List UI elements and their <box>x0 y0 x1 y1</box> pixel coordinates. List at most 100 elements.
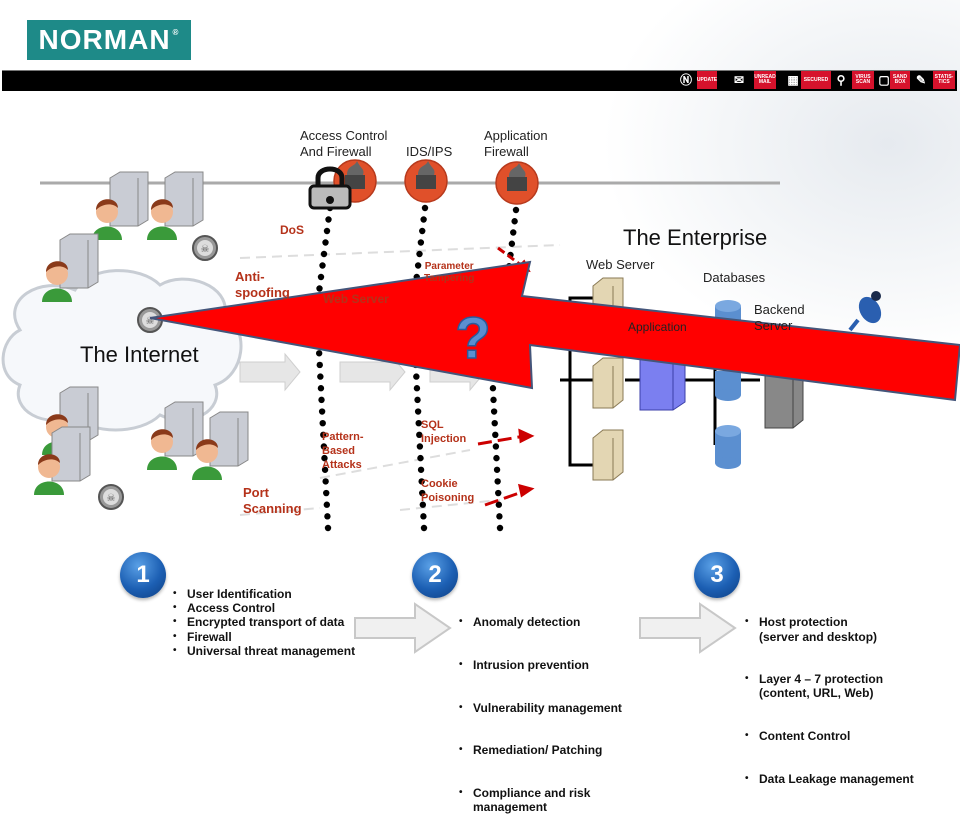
traffic-arrow <box>239 352 301 392</box>
step-3-list: Host protection (server and desktop) Lay… <box>745 587 914 800</box>
barrier-dot <box>319 262 326 269</box>
backend-server-label: Backend Server <box>754 302 805 333</box>
barrier-dot <box>420 524 428 532</box>
step-1-item: Encrypted transport of data <box>173 615 355 629</box>
web-server-icon <box>592 429 624 481</box>
barrier-dot <box>420 216 427 223</box>
enterprise-title: The Enterprise <box>623 225 768 250</box>
database-icon <box>715 371 741 401</box>
barrier-dot <box>512 206 520 214</box>
skier-image <box>848 291 882 332</box>
barrier-dot <box>318 408 326 415</box>
barrier-dot <box>318 396 325 404</box>
firewall-icon <box>495 161 539 205</box>
step-1-item: Firewall <box>173 630 355 644</box>
barrier-dot <box>323 501 331 508</box>
user-with-server-icon <box>34 426 91 495</box>
barrier-dot <box>510 229 517 236</box>
step-3-item: Host protection (server and desktop) <box>745 615 914 643</box>
barrier-dot <box>496 513 503 520</box>
barrier-dot <box>322 239 329 246</box>
web-server-label: Web Server <box>586 257 655 272</box>
step-2-item: Intrusion prevention <box>459 658 622 672</box>
barrier-dot <box>324 513 331 520</box>
barrier-dot <box>325 216 332 223</box>
skull-icon: ☠ <box>192 235 218 261</box>
barrier-dot <box>490 396 497 404</box>
barrier-dot <box>316 285 323 292</box>
red-arrowhead <box>518 428 535 444</box>
step-arrow <box>354 602 452 654</box>
database-icon <box>715 425 741 469</box>
barrier-dot <box>493 454 500 462</box>
barrier-dot <box>495 489 502 497</box>
step-1-list: User Identification Access Control Encry… <box>173 587 355 658</box>
firewall-icons <box>333 159 539 205</box>
barrier-dot <box>420 513 427 520</box>
barrier-dot <box>417 239 425 246</box>
barrier-dot <box>316 361 323 369</box>
barrier-dot <box>494 478 501 485</box>
idsips-label: IDS/IPS <box>406 144 453 159</box>
barrier-dot <box>319 419 326 427</box>
cookie-poisoning-label: Cookie Poisoning <box>421 478 475 504</box>
barrier-dot <box>317 385 325 392</box>
barrier-dot <box>492 431 499 439</box>
barrier-dot <box>419 227 426 235</box>
step-3-badge: 3 <box>694 552 740 598</box>
barrier-dot <box>413 385 421 392</box>
barrier-dot <box>508 240 516 247</box>
step-1-badge: 1 <box>120 552 166 598</box>
anti-spoofing-label: Anti- spoofing <box>235 269 290 300</box>
red-arrow <box>477 434 526 446</box>
barrier-dot <box>511 218 518 225</box>
step-arrow <box>639 602 737 654</box>
barrier-dot <box>490 408 498 415</box>
barrier-dot <box>491 419 498 427</box>
barrier-dot <box>416 250 423 258</box>
pattern-based-label: Pattern- Based Attacks <box>322 431 364 471</box>
barrier-dot <box>413 373 420 380</box>
step-2-item: Compliance and risk management <box>459 786 622 814</box>
lock-icon <box>308 166 352 210</box>
parameter-tampering-label: Parameter Tampering <box>424 261 475 284</box>
step-2-item: Anomaly detection <box>459 615 622 629</box>
firewall-icon <box>404 159 448 203</box>
step-3-item: Layer 4 – 7 protection (content, URL, We… <box>745 672 914 700</box>
barrier-dot <box>417 454 424 462</box>
web-server-attack-label: Web Server <box>323 292 389 306</box>
barrier-dot <box>417 466 425 473</box>
barrier-dot <box>315 350 323 357</box>
barrier-dot <box>322 478 329 485</box>
question-mark-icon: ? <box>455 306 490 371</box>
barrier-dot <box>493 466 501 473</box>
step-3-item: Data Leakage management <box>745 772 914 786</box>
barrier-dot <box>323 227 331 235</box>
step-3-item: Content Control <box>745 729 914 743</box>
red-arrowhead <box>517 483 535 498</box>
step-2-badge: 2 <box>412 552 458 598</box>
svg-text:☠: ☠ <box>201 244 210 255</box>
barrier-dot <box>496 524 504 532</box>
sql-injection-label: SQL Injection <box>421 419 467 445</box>
barrier-dot <box>317 273 325 281</box>
access-control-label: Access Control And Firewall <box>300 128 388 159</box>
barrier-dot <box>324 524 332 532</box>
step-1-item: Access Control <box>173 601 355 615</box>
step-1-item: Universal threat management <box>173 644 355 658</box>
barrier-dot <box>414 396 421 404</box>
barrier-dot <box>492 443 500 450</box>
skull-icon: ☠ <box>98 484 124 510</box>
step-2-list: Anomaly detection Intrusion prevention V… <box>459 587 622 828</box>
databases-label: Databases <box>703 270 766 285</box>
barrier-dot <box>421 204 429 212</box>
app-server-icon <box>592 357 624 409</box>
red-arrow <box>484 489 526 507</box>
barrier-dot <box>317 373 324 380</box>
application-label: Application <box>628 320 687 334</box>
step-1-item: User Identification <box>173 587 355 601</box>
port-scanning-label: Port Scanning <box>243 485 302 516</box>
app-firewall-label: Application Firewall <box>484 128 548 159</box>
barrier-dot <box>414 408 422 415</box>
step-2-item: Vulnerability management <box>459 701 622 715</box>
